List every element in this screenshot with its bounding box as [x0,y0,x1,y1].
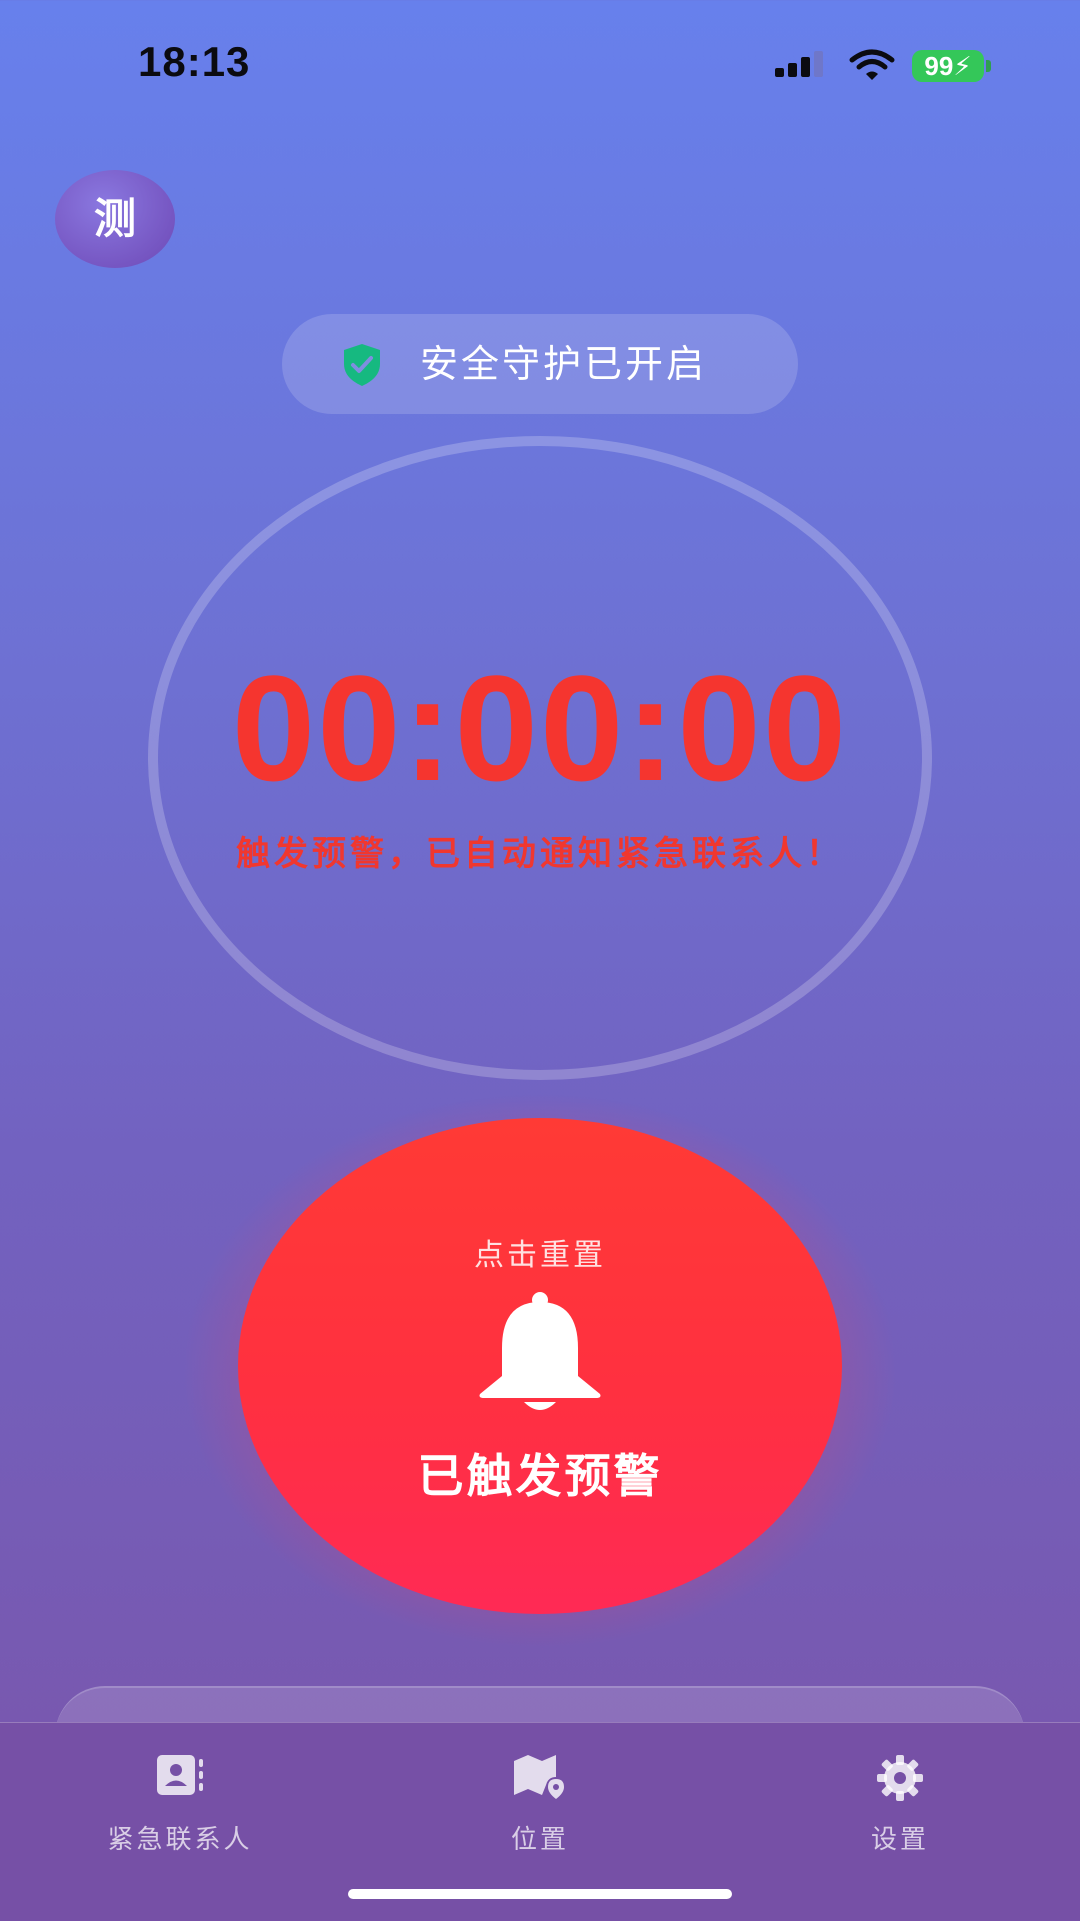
protection-status-text: 安全守护已开启 [420,342,708,386]
reset-hint: 点击重置 [474,1238,606,1273]
tab-emergency-contacts[interactable]: 紧急联系人 [0,1723,360,1873]
bell-icon [472,1290,608,1420]
tab-settings[interactable]: 设置 [720,1723,1080,1873]
charging-icon: ⚡ [953,51,972,81]
battery-indicator: 99⚡ [912,50,984,82]
home-indicator[interactable] [348,1889,732,1899]
status-bar: 18:13 99⚡ [0,0,1080,130]
cellular-signal-icon [773,50,829,84]
tab-label-location: 位置 [510,1825,569,1855]
map-location-icon [360,1753,720,1803]
wifi-icon [848,48,896,86]
gear-icon [720,1753,1080,1807]
contacts-icon [0,1753,360,1801]
tab-label-emergency-contacts: 紧急联系人 [107,1825,253,1855]
avatar[interactable]: 测 [55,170,175,268]
alarm-reset-button[interactable]: 点击重置 已触发预警 [238,1118,842,1614]
battery-level: 99 [924,51,954,81]
countdown-timer: 00:00:00 [231,644,849,812]
status-time: 18:13 [138,38,251,85]
tab-location[interactable]: 位置 [360,1723,720,1873]
alert-message: 触发预警，已自动通知紧急联系人！ [236,834,844,874]
battery-nub [986,60,991,72]
shield-check-icon [340,342,384,392]
protection-status-badge: 安全守护已开启 [282,314,798,414]
tab-label-settings: 设置 [870,1825,929,1855]
alarm-status-label: 已触发预警 [417,1449,663,1503]
